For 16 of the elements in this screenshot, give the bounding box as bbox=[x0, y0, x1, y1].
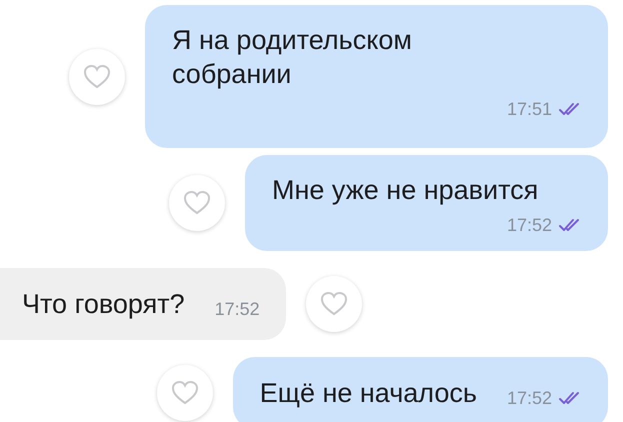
message-text: Ещё не началось bbox=[260, 377, 477, 410]
message-text: Мне уже не нравится bbox=[272, 174, 540, 207]
heart-icon bbox=[83, 64, 111, 90]
message-time: 17:52 bbox=[214, 298, 260, 321]
message-text: Я на родительском собрании bbox=[172, 24, 413, 91]
heart-icon bbox=[170, 380, 199, 406]
like-button[interactable] bbox=[69, 48, 125, 104]
message-time: 17:51 bbox=[506, 98, 552, 121]
message-time: 17:52 bbox=[506, 387, 552, 410]
like-button[interactable] bbox=[156, 365, 213, 421]
heart-icon bbox=[320, 291, 348, 317]
like-button[interactable] bbox=[306, 276, 362, 332]
message-text: Что говорят? bbox=[22, 288, 185, 321]
heart-icon bbox=[183, 190, 211, 216]
like-button[interactable] bbox=[169, 175, 225, 231]
message-time: 17:52 bbox=[506, 214, 552, 237]
